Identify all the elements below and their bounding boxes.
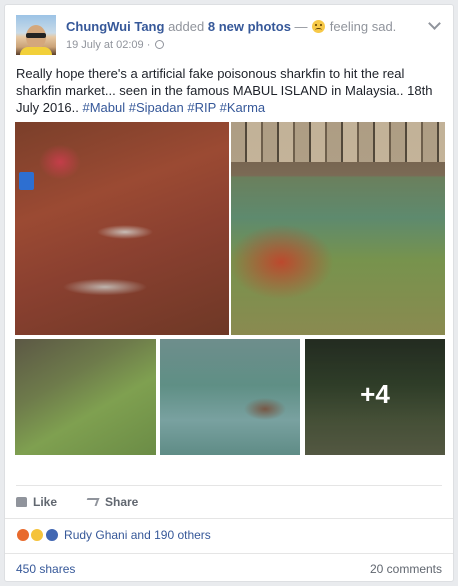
share-icon bbox=[84, 498, 100, 506]
timestamp[interactable]: 19 July at 02:09 · bbox=[66, 39, 150, 51]
globe-icon[interactable] bbox=[155, 40, 165, 49]
photo-5[interactable]: +4 bbox=[305, 339, 445, 455]
sad-emoji-icon bbox=[312, 20, 326, 33]
feeling-text: feeling sad. bbox=[329, 19, 397, 34]
like-label: Like bbox=[33, 495, 58, 509]
angry-reaction-icon bbox=[16, 528, 30, 542]
hashtag-sipadan[interactable]: #Sipadan bbox=[129, 100, 184, 115]
divider bbox=[5, 518, 453, 519]
photo-grid: +4 bbox=[15, 122, 445, 455]
post-card: ChungWui Tang added 8 new photos — feeli… bbox=[4, 4, 454, 582]
photo-1[interactable] bbox=[15, 122, 229, 335]
divider bbox=[5, 553, 453, 554]
hashtag-karma[interactable]: #Karma bbox=[220, 100, 266, 115]
action-text: added bbox=[168, 19, 205, 34]
reactions-text[interactable]: Rudy Ghani and 190 others bbox=[64, 528, 211, 542]
share-label: Share bbox=[105, 495, 139, 509]
post-meta: 19 July at 02:09 · bbox=[66, 39, 165, 51]
reactions-summary[interactable]: Rudy Ghani and 190 others bbox=[16, 528, 211, 542]
hashtag-rip[interactable]: #RIP bbox=[187, 100, 216, 115]
photo-3[interactable] bbox=[15, 339, 156, 455]
post-body: Really hope there's a artificial fake po… bbox=[16, 65, 446, 116]
share-button[interactable]: Share bbox=[84, 495, 139, 509]
feeling-dash: — bbox=[294, 19, 308, 34]
more-photos-count: +4 bbox=[360, 379, 390, 409]
comments-count[interactable]: 20 comments bbox=[370, 562, 442, 576]
post-header: ChungWui Tang added 8 new photos — feeli… bbox=[16, 15, 441, 57]
photos-link[interactable]: 8 new photos bbox=[208, 19, 291, 34]
avatar[interactable] bbox=[16, 15, 56, 55]
author-name[interactable]: ChungWui Tang bbox=[66, 19, 164, 34]
hashtag-mabul[interactable]: #Mabul bbox=[83, 100, 126, 115]
like-reaction-icon bbox=[44, 528, 59, 542]
like-button[interactable]: Like bbox=[16, 495, 57, 509]
sad-reaction-icon bbox=[30, 528, 45, 542]
photo-4[interactable] bbox=[160, 339, 300, 455]
post-headline: ChungWui Tang added 8 new photos — feeli… bbox=[66, 19, 396, 34]
chevron-down-icon[interactable] bbox=[428, 17, 441, 30]
shares-count[interactable]: 450 shares bbox=[16, 562, 75, 576]
divider bbox=[16, 485, 442, 486]
photo-2[interactable] bbox=[231, 122, 445, 335]
like-icon bbox=[16, 497, 27, 507]
